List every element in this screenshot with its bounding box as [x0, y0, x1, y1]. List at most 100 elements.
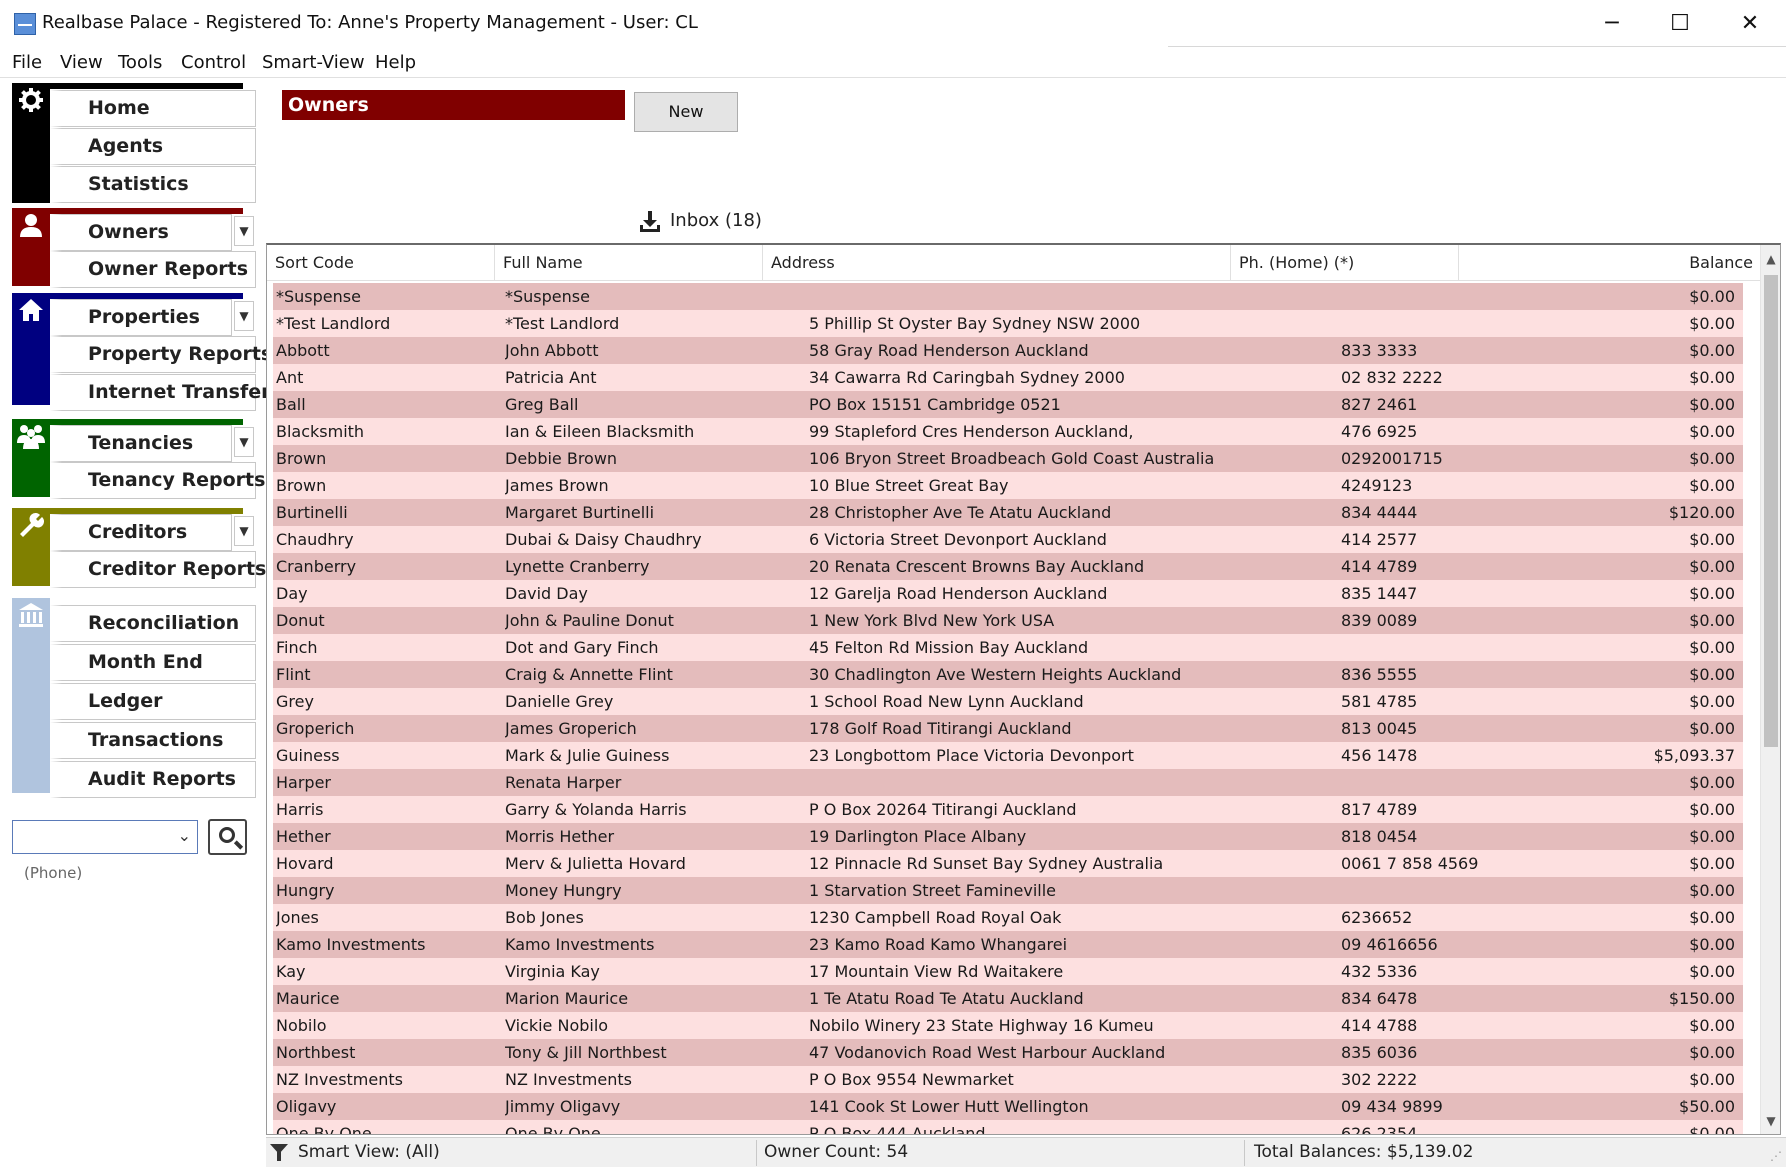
table-row[interactable]: Grey Danielle Grey 1 School Road New Lynn … — [273, 688, 1743, 715]
sidebar-item-reconciliation[interactable]: Reconciliation — [50, 605, 256, 642]
sidebar-item-internet-transfer[interactable]: Internet Transfer — [50, 374, 270, 411]
resize-grip[interactable]: ⋰ — [1770, 1149, 1782, 1163]
column-header-sort-code[interactable]: Sort Code — [267, 245, 495, 281]
table-row[interactable]: Flint Craig & Annette Flint 30 Chadlington… — [273, 661, 1743, 688]
table-row[interactable]: Donut John & Pauline Donut 1 New York Blvd… — [273, 607, 1743, 634]
column-header-address[interactable]: Address — [763, 245, 1231, 281]
table-row[interactable]: Brown Debbie Brown 106 Bryon Street Broadb… — [273, 445, 1743, 472]
table-row[interactable]: Finch Dot and Gary Finch 45 Felton Rd Miss… — [273, 634, 1743, 661]
title-bar: Realbase Palace - Registered To: Anne's … — [0, 0, 1786, 50]
cell-address: PO Box 15151 Cambridge 0521 — [809, 395, 1061, 414]
owners-dropdown-arrow[interactable]: ▼ — [234, 216, 254, 246]
sidebar-item-transactions[interactable]: Transactions — [50, 722, 256, 759]
search-input[interactable] — [13, 821, 163, 851]
table-row[interactable]: Blacksmith Ian & Eileen Blacksmith 99 Stap… — [273, 418, 1743, 445]
sidebar-item-home[interactable]: Home — [50, 90, 256, 127]
menu-smart-view[interactable]: Smart-View — [262, 52, 365, 73]
table-row[interactable]: Maurice Marion Maurice 1 Te Atatu Road Te … — [273, 985, 1743, 1012]
table-row[interactable]: Chaudhry Dubai & Daisy Chaudhry 6 Victoria… — [273, 526, 1743, 553]
new-button[interactable]: New — [634, 92, 738, 132]
sidebar-item-creditors[interactable]: Creditors — [50, 514, 232, 551]
sidebar-item-tenancies[interactable]: Tenancies — [50, 425, 232, 462]
cell-phone: 836 5555 — [1341, 665, 1418, 684]
cell-full-name: *Suspense — [505, 287, 590, 306]
table-row[interactable]: NZ Investments NZ Investments P O Box 9554… — [273, 1066, 1743, 1093]
cell-balance: $0.00 — [1689, 1070, 1735, 1089]
sidebar-group-tenancies: Tenancies ▼ Tenancy Reports — [12, 419, 265, 499]
column-header-balance[interactable]: Balance — [1459, 245, 1761, 281]
cell-balance: $0.00 — [1689, 692, 1735, 711]
total-balances: Total Balances: $5,139.02 — [1254, 1142, 1474, 1162]
column-header-phone[interactable]: Ph. (Home) (*) — [1231, 245, 1459, 281]
table-row[interactable]: Hovard Merv & Julietta Hovard 12 Pinnacle … — [273, 850, 1743, 877]
table-row[interactable]: Northbest Tony & Jill Northbest 47 Vodanov… — [273, 1039, 1743, 1066]
chevron-down-icon[interactable]: ⌄ — [178, 826, 191, 845]
table-row[interactable]: Burtinelli Margaret Burtinelli 28 Christop… — [273, 499, 1743, 526]
creditors-dropdown-arrow[interactable]: ▼ — [234, 516, 254, 546]
sidebar-item-owners[interactable]: Owners — [50, 214, 232, 251]
table-row[interactable]: Kay Virginia Kay 17 Mountain View Rd Waita… — [273, 958, 1743, 985]
maximize-button[interactable]: ☐ — [1646, 0, 1714, 48]
cell-full-name: Margaret Burtinelli — [505, 503, 655, 522]
menu-file[interactable]: File — [12, 52, 42, 73]
table-row[interactable]: One By One One By One P O Box 444 Auckland… — [273, 1120, 1743, 1135]
cell-full-name: Bob Jones — [505, 908, 584, 927]
status-separator — [756, 1140, 757, 1166]
cell-address: Nobilo Winery 23 State Highway 16 Kumeu — [809, 1016, 1154, 1035]
menu-help[interactable]: Help — [375, 52, 416, 73]
close-button[interactable]: ✕ — [1716, 0, 1784, 48]
sidebar-item-creditor-reports[interactable]: Creditor Reports — [50, 551, 266, 588]
cell-phone: 827 2461 — [1341, 395, 1418, 414]
table-row[interactable]: Harris Garry & Yolanda Harris P O Box 2026… — [273, 796, 1743, 823]
sidebar-item-month-end[interactable]: Month End — [50, 644, 256, 681]
cell-address: P O Box 444 Auckland — [809, 1124, 986, 1135]
sidebar-item-property-reports[interactable]: Property Reports — [50, 336, 272, 373]
sidebar-item-statistics[interactable]: Statistics — [50, 166, 256, 203]
table-row[interactable]: Ant Patricia Ant 34 Cawarra Rd Caringbah S… — [273, 364, 1743, 391]
sidebar-group-creditors: Creditors ▼ Creditor Reports — [12, 508, 266, 588]
cell-address: 34 Cawarra Rd Caringbah Sydney 2000 — [809, 368, 1125, 387]
table-row[interactable]: Groperich James Groperich 178 Golf Road Ti… — [273, 715, 1743, 742]
table-row[interactable]: Oligavy Jimmy Oligavy 141 Cook St Lower Hu… — [273, 1093, 1743, 1120]
table-row[interactable]: Harper Renata Harper $0.00 — [273, 769, 1743, 796]
table-row[interactable]: Hungry Money Hungry 1 Starvation Street Fa… — [273, 877, 1743, 904]
table-row[interactable]: Kamo Investments Kamo Investments 23 Kamo … — [273, 931, 1743, 958]
owners-table[interactable]: Sort Code Full Name Address Ph. (Home) (… — [266, 243, 1781, 1135]
table-row[interactable]: Ball Greg Ball PO Box 15151 Cambridge 0521… — [273, 391, 1743, 418]
table-row[interactable]: Day David Day 12 Garelja Road Henderson Au… — [273, 580, 1743, 607]
table-row[interactable]: Nobilo Vickie Nobilo Nobilo Winery 23 Stat… — [273, 1012, 1743, 1039]
search-button[interactable] — [208, 819, 247, 855]
properties-dropdown-arrow[interactable]: ▼ — [234, 301, 254, 331]
cell-address: 178 Golf Road Titirangi Auckland — [809, 719, 1072, 738]
table-row[interactable]: *Suspense *Suspense $0.00 — [273, 283, 1743, 310]
sidebar-item-owner-reports[interactable]: Owner Reports — [50, 251, 256, 288]
sidebar-item-ledger[interactable]: Ledger — [50, 683, 256, 720]
smart-view-status[interactable]: Smart View: (All) — [298, 1142, 440, 1162]
cell-address: 1 Starvation Street Famineville — [809, 881, 1056, 900]
sidebar-item-properties[interactable]: Properties — [50, 299, 232, 336]
inbox-link[interactable]: Inbox (18) — [638, 210, 762, 232]
cell-balance: $0.00 — [1689, 611, 1735, 630]
column-header-full-name[interactable]: Full Name — [495, 245, 763, 281]
sidebar-item-tenancy-reports[interactable]: Tenancy Reports — [50, 462, 265, 499]
table-row[interactable]: Abbott John Abbott 58 Gray Road Henderson … — [273, 337, 1743, 364]
scrollbar-thumb[interactable] — [1764, 275, 1778, 747]
table-row[interactable]: *Test Landlord *Test Landlord 5 Phillip St… — [273, 310, 1743, 337]
cell-full-name: Dubai & Daisy Chaudhry — [505, 530, 702, 549]
search-combo[interactable]: ⌄ — [12, 820, 198, 854]
menu-view[interactable]: View — [60, 52, 103, 73]
sidebar-item-audit-reports[interactable]: Audit Reports — [50, 761, 256, 798]
minimize-button[interactable]: ─ — [1578, 0, 1646, 48]
scroll-down-arrow[interactable]: ▼ — [1761, 1111, 1780, 1131]
table-row[interactable]: Cranberry Lynette Cranberry 20 Renata Cres… — [273, 553, 1743, 580]
tenancies-dropdown-arrow[interactable]: ▼ — [234, 427, 254, 457]
vertical-scrollbar[interactable]: ▲ ▼ — [1760, 245, 1780, 1134]
table-row[interactable]: Brown James Brown 10 Blue Street Great Bay… — [273, 472, 1743, 499]
scroll-up-arrow[interactable]: ▲ — [1761, 249, 1780, 269]
menu-tools[interactable]: Tools — [118, 52, 162, 73]
table-row[interactable]: Hether Morris Hether 19 Darlington Place A… — [273, 823, 1743, 850]
table-row[interactable]: Guiness Mark & Julie Guiness 23 Longbottom… — [273, 742, 1743, 769]
sidebar-item-agents[interactable]: Agents — [50, 128, 256, 165]
menu-control[interactable]: Control — [181, 52, 246, 73]
table-row[interactable]: Jones Bob Jones 1230 Campbell Road Royal O… — [273, 904, 1743, 931]
